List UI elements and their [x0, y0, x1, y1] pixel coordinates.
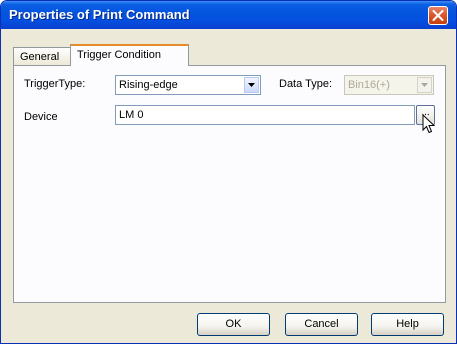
tab-trigger-condition-label: Trigger Condition — [77, 49, 161, 61]
cancel-button[interactable]: Cancel — [285, 313, 358, 336]
data-type-dropdown[interactable]: Bin16(+) — [344, 75, 434, 95]
cancel-button-label: Cancel — [304, 318, 339, 330]
data-type-dropdown-button[interactable] — [417, 77, 432, 93]
ok-button[interactable]: OK — [197, 313, 270, 336]
trigger-type-label: TriggerType: — [24, 78, 86, 90]
trigger-type-dropdown[interactable]: Rising-edge — [115, 75, 261, 95]
properties-dialog: Properties of Print Command General Trig… — [0, 0, 457, 344]
help-button[interactable]: Help — [371, 313, 444, 336]
device-value: LM 0 — [119, 109, 144, 121]
trigger-type-dropdown-button[interactable] — [244, 77, 259, 93]
title-bar[interactable]: Properties of Print Command — [1, 1, 456, 29]
device-label: Device — [24, 111, 58, 123]
tab-panel — [13, 65, 446, 303]
ok-button-label: OK — [225, 318, 242, 330]
chevron-down-icon — [248, 83, 255, 87]
data-type-label: Data Type: — [279, 78, 332, 90]
close-button[interactable] — [428, 6, 448, 25]
mouse-pointer-icon — [422, 114, 435, 134]
help-button-label: Help — [396, 318, 419, 330]
chevron-down-icon — [421, 83, 428, 87]
close-icon — [432, 10, 444, 21]
tab-trigger-condition[interactable]: Trigger Condition — [70, 44, 189, 66]
data-type-value: Bin16(+) — [348, 79, 390, 91]
window-title: Properties of Print Command — [9, 7, 190, 22]
device-input[interactable]: LM 0 — [115, 105, 415, 125]
tab-general[interactable]: General — [13, 47, 71, 65]
trigger-type-value: Rising-edge — [119, 79, 178, 91]
tab-general-label: General — [20, 51, 60, 63]
